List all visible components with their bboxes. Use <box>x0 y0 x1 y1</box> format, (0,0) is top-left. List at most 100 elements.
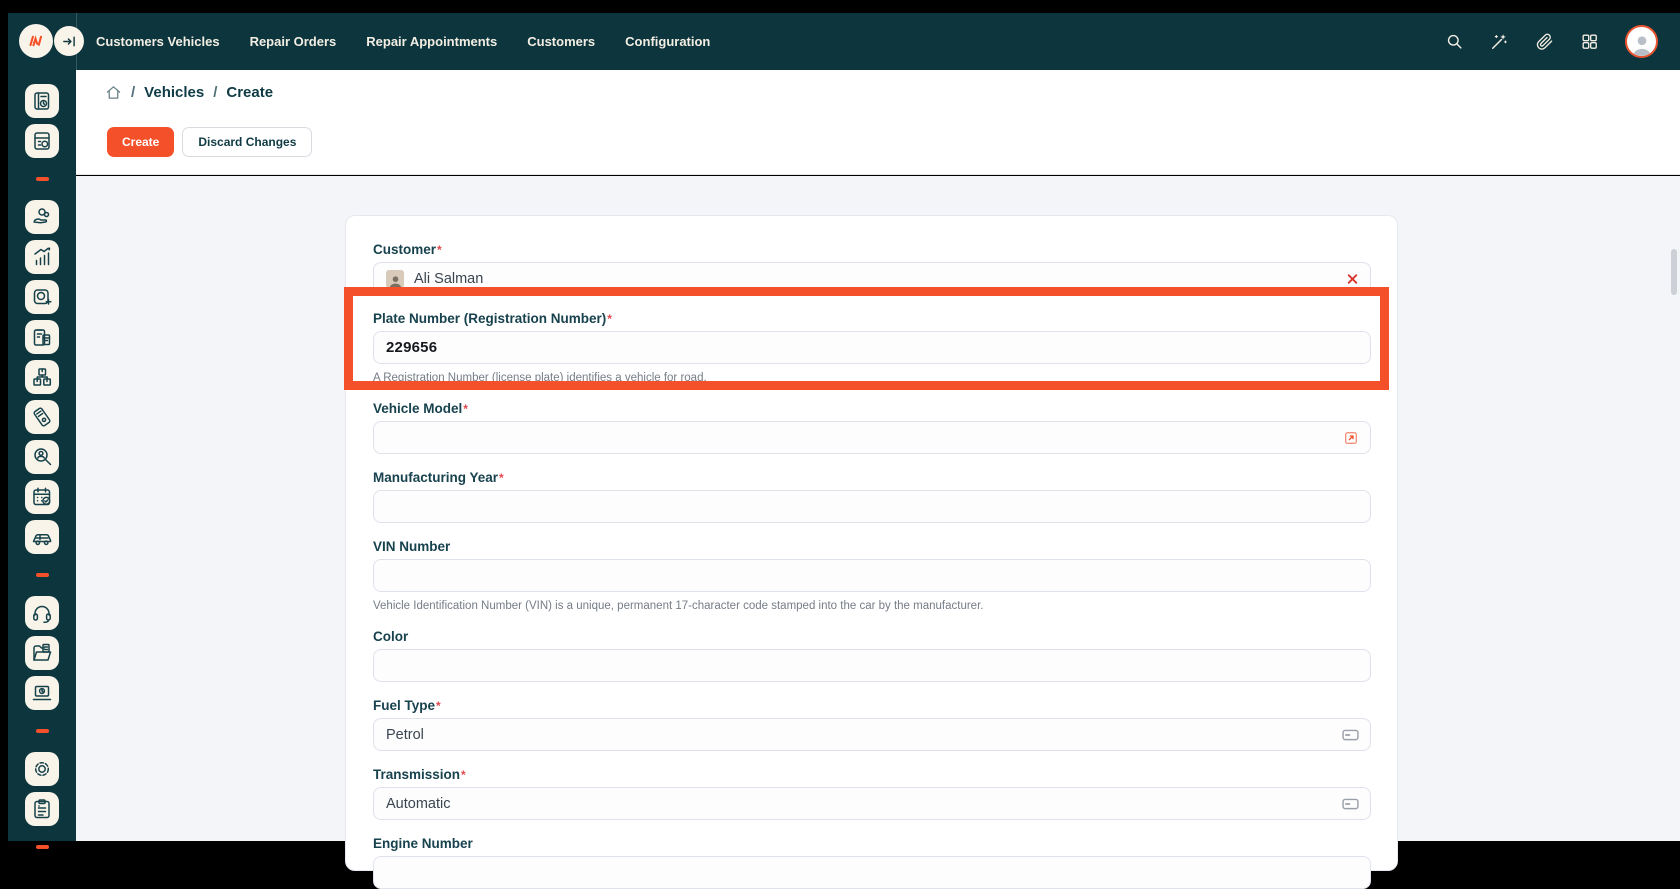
sidebar-app-growth-chart[interactable] <box>25 240 59 274</box>
fuel-type-value: Petrol <box>386 727 1358 743</box>
field-customer: Customer* Ali Salman <box>373 242 1371 295</box>
clipboard-notes-icon <box>30 797 54 821</box>
field-manufacturing-year: Manufacturing Year* <box>373 470 1371 523</box>
apps-grid-icon[interactable] <box>1580 32 1599 51</box>
field-transmission: Transmission* Automatic <box>373 767 1371 820</box>
color-label: Color <box>373 629 1371 645</box>
action-buttons: Create Discard Changes <box>107 127 312 157</box>
clipboard-calculator-icon <box>30 325 54 349</box>
select-field-icon <box>1342 729 1359 741</box>
sidebar-app-clipboard-calculator[interactable] <box>25 320 59 354</box>
main-content: Customer* Ali Salman Plate Number (Regis… <box>76 176 1680 841</box>
breadcrumb-vehicles[interactable]: Vehicles <box>144 84 204 101</box>
calculator-icon <box>30 129 54 153</box>
sidebar-app-calculator[interactable] <box>25 124 59 158</box>
fuel-type-label: Fuel Type* <box>373 698 1371 714</box>
select-field-icon <box>1342 798 1359 810</box>
calendar-check-icon <box>30 485 54 509</box>
topbar-actions <box>1445 13 1658 70</box>
vin-number-label: VIN Number <box>373 539 1371 555</box>
sidebar-app-hand-coins[interactable] <box>25 200 59 234</box>
sidebar-app-payment-terminal[interactable] <box>25 400 59 434</box>
sidebar-separator <box>36 845 49 849</box>
menu-repair-orders[interactable]: Repair Orders <box>250 34 337 49</box>
transmission-label: Transmission* <box>373 767 1371 783</box>
topbar: Customers Vehicles Repair Orders Repair … <box>8 13 1680 70</box>
field-engine-number: Engine Number <box>373 836 1371 889</box>
paperclip-icon[interactable] <box>1535 32 1554 51</box>
vehicle-form-card: Customer* Ali Salman Plate Number (Regis… <box>345 215 1398 871</box>
hand-coins-icon <box>30 205 54 229</box>
sidebar-app-clipboard-notes[interactable] <box>25 792 59 826</box>
packages-icon <box>30 365 54 389</box>
fuel-type-select[interactable]: Petrol <box>373 718 1371 751</box>
field-fuel-type: Fuel Type* Petrol <box>373 698 1371 751</box>
sidebar-separator <box>36 573 49 577</box>
color-input[interactable] <box>373 649 1371 682</box>
required-marker: * <box>463 402 468 416</box>
sidebar-app-folder-document[interactable] <box>25 636 59 670</box>
internal-link-icon[interactable] <box>1343 430 1359 446</box>
sidebar-app-laptop[interactable] <box>25 676 59 710</box>
create-button[interactable]: Create <box>107 127 174 157</box>
vehicle-model-label: Vehicle Model* <box>373 401 1371 417</box>
scrollbar-thumb[interactable] <box>1671 249 1677 295</box>
sidebar-toggle-button[interactable] <box>54 26 84 56</box>
user-avatar[interactable] <box>1625 25 1658 58</box>
person-search-icon <box>30 445 54 469</box>
engine-number-label: Engine Number <box>373 836 1371 852</box>
magic-wand-icon[interactable] <box>1490 32 1509 51</box>
vehicle-model-input[interactable] <box>373 421 1371 454</box>
menu-customers[interactable]: Customers <box>527 34 595 49</box>
field-plate-number: Plate Number (Registration Number)* 2296… <box>373 311 1371 385</box>
headset-icon <box>30 601 54 625</box>
topbar-menus: Customers Vehicles Repair Orders Repair … <box>96 34 710 49</box>
folder-document-icon <box>30 641 54 665</box>
transmission-select[interactable]: Automatic <box>373 787 1371 820</box>
discard-changes-button[interactable]: Discard Changes <box>182 127 312 157</box>
engine-number-input[interactable] <box>373 856 1371 889</box>
field-color: Color <box>373 629 1371 682</box>
sidebar-app-scale[interactable] <box>25 280 59 314</box>
breadcrumb-separator: / <box>131 84 135 101</box>
transmission-value: Automatic <box>386 796 1358 812</box>
collapse-arrow-icon <box>61 33 78 50</box>
sidebar-app-packages[interactable] <box>25 360 59 394</box>
car-icon <box>30 525 54 549</box>
vin-number-help: Vehicle Identification Number (VIN) is a… <box>373 600 1371 613</box>
menu-customers-vehicles[interactable]: Customers Vehicles <box>96 34 220 49</box>
sidebar-app-car[interactable] <box>25 520 59 554</box>
required-marker: * <box>437 243 442 257</box>
plate-number-value: 229656 <box>386 339 1358 356</box>
plate-number-label: Plate Number (Registration Number)* <box>373 311 1371 327</box>
organizer-icon <box>30 89 54 113</box>
search-icon[interactable] <box>1445 32 1464 51</box>
laptop-icon <box>30 681 54 705</box>
menu-configuration[interactable]: Configuration <box>625 34 710 49</box>
sidebar-app-headset[interactable] <box>25 596 59 630</box>
breadcrumb-separator: / <box>213 84 217 101</box>
growth-chart-icon <box>30 245 54 269</box>
sidebar-app-gear[interactable] <box>25 752 59 786</box>
clear-icon[interactable] <box>1346 272 1359 285</box>
required-marker: * <box>436 699 441 713</box>
manufacturing-year-input[interactable] <box>373 490 1371 523</box>
sidebar-app-organizer[interactable] <box>25 84 59 118</box>
sidebar-app-calendar-check[interactable] <box>25 480 59 514</box>
plate-number-help: A Registration Number (license plate) id… <box>373 372 1371 385</box>
vin-number-input[interactable] <box>373 559 1371 592</box>
plate-number-input[interactable]: 229656 <box>373 331 1371 364</box>
customer-photo-icon <box>388 274 403 288</box>
menu-repair-appointments[interactable]: Repair Appointments <box>366 34 497 49</box>
brand-logo[interactable] <box>19 24 53 58</box>
field-vin-number: VIN Number Vehicle Identification Number… <box>373 539 1371 613</box>
page-header: / Vehicles / Create Create Discard Chang… <box>76 70 1680 175</box>
customer-input[interactable]: Ali Salman <box>373 262 1371 295</box>
app-sidebar <box>8 70 76 841</box>
brand-logo-icon <box>24 29 48 53</box>
customer-value: Ali Salman <box>414 271 1358 287</box>
home-icon[interactable] <box>105 84 122 101</box>
sidebar-app-person-search[interactable] <box>25 440 59 474</box>
sidebar-separator <box>36 177 49 181</box>
scale-icon <box>30 285 54 309</box>
